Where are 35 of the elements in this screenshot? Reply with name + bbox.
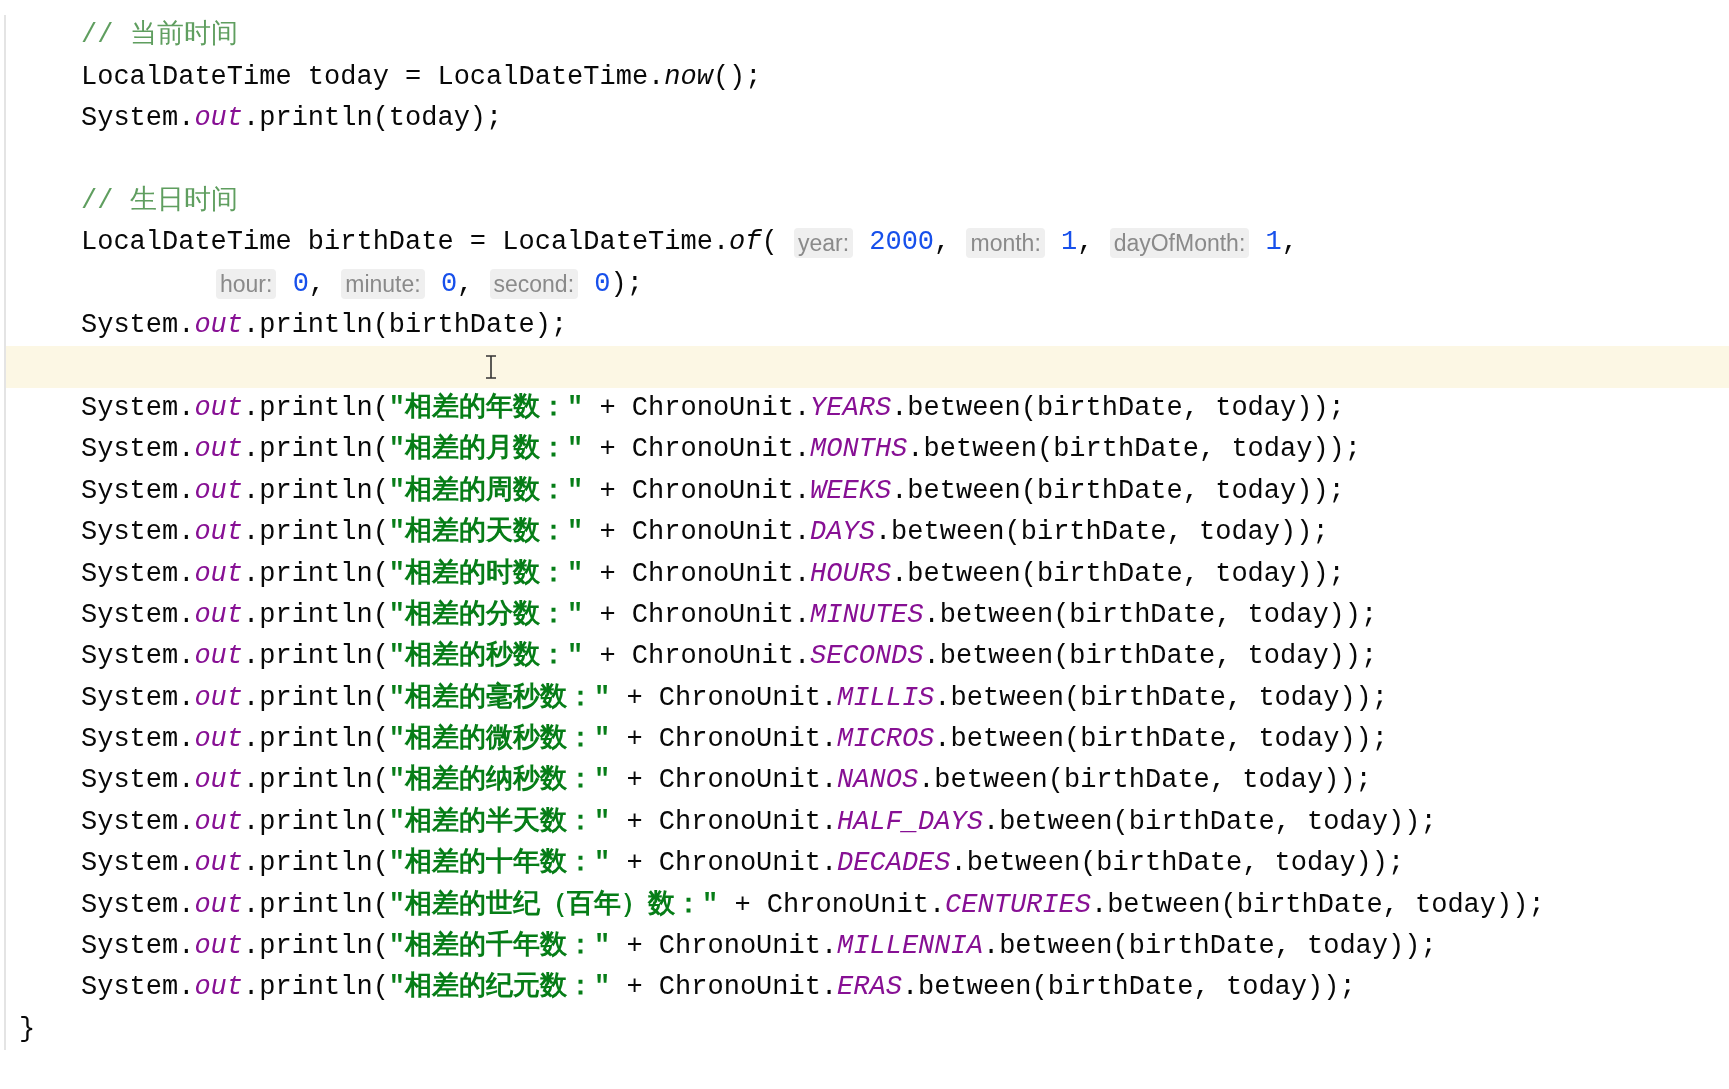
code-text: 0); (593, 267, 643, 301)
parameter-hint: second: (489, 269, 579, 300)
code-text: System.out.println("相差的十年数：" + ChronoUnit.DECADES.between(birthDate, today)); (81, 846, 1405, 881)
parameter-hint: minute: (341, 269, 425, 300)
parameter-hint: dayOfMonth: (1109, 227, 1250, 258)
code-text: System.out.println("相差的半天数：" + ChronoUnit.HALF_DAYS.between(birthDate, today)); (81, 805, 1437, 839)
code-text: System.out.println("相差的月数：" + ChronoUnit.MONTHS.between(birthDate, today)); (81, 432, 1361, 467)
code-text: System.out.println("相差的周数：" + ChronoUnit.WEEKS.between(birthDate, today)); (81, 474, 1345, 508)
code-text: 0, (439, 267, 475, 301)
parameter-hint: hour: (216, 269, 277, 300)
code-text: System.out.println("相差的微秒数：" + ChronoUnit.MICROS.between(birthDate, today)); (81, 722, 1388, 757)
parameter-hint: month: (966, 227, 1045, 258)
code-text: 1, (1264, 226, 1298, 260)
code-text: System.out.println("相差的天数：" + ChronoUnit.DAYS.between(birthDate, today)); (81, 515, 1329, 550)
code-text: System.out.println("相差的千年数：" + ChronoUnit.MILLENNIA.between(birthDate, today)); (81, 929, 1437, 964)
code-text: System.out.println("相差的纳秒数：" + ChronoUnit.NANOS.between(birthDate, today)); (81, 763, 1372, 798)
code-text: } (19, 1012, 36, 1046)
code-text: System.out.println("相差的时数：" + ChronoUnit.HOURS.between(birthDate, today)); (81, 557, 1345, 591)
code-text: System.out.println("相差的毫秒数：" + ChronoUnit.MILLIS.between(birthDate, today)); (81, 680, 1388, 715)
code-text: System.out.println("相差的分数：" + ChronoUnit.MINUTES.between(birthDate, today)); (81, 598, 1378, 632)
code-text: LocalDateTime birthDate = LocalDateTime.of( (81, 226, 779, 260)
code-text: System.out.println("相差的世纪（百年）数：" + ChronoUnit.CENTURIES.between(birthDate, today)); (81, 888, 1545, 922)
code-text: 2000, (868, 226, 952, 260)
code-text: System.out.println("相差的纪元数：" + ChronoUnit.ERAS.between(birthDate, today)); (81, 970, 1356, 1005)
text-cursor-icon (484, 355, 498, 380)
parameter-hint: year: (793, 227, 854, 258)
code-text: System.out.println("相差的秒数：" + ChronoUnit.SECONDS.between(birthDate, today)); (81, 639, 1378, 674)
code-text: LocalDateTime today = LocalDateTime.now(); (81, 60, 762, 94)
code-text: System.out.println("相差的年数：" + ChronoUnit.YEARS.between(birthDate, today)); (81, 391, 1345, 425)
code-comment: // 生日时间 (81, 184, 238, 218)
code-comment: // 当前时间 (81, 19, 238, 53)
code-text: System.out.println(today); (81, 102, 503, 136)
code-text: System.out.println(birthDate); (81, 309, 568, 343)
code-text: 0, (291, 267, 327, 301)
code-text: 1, (1060, 226, 1095, 260)
